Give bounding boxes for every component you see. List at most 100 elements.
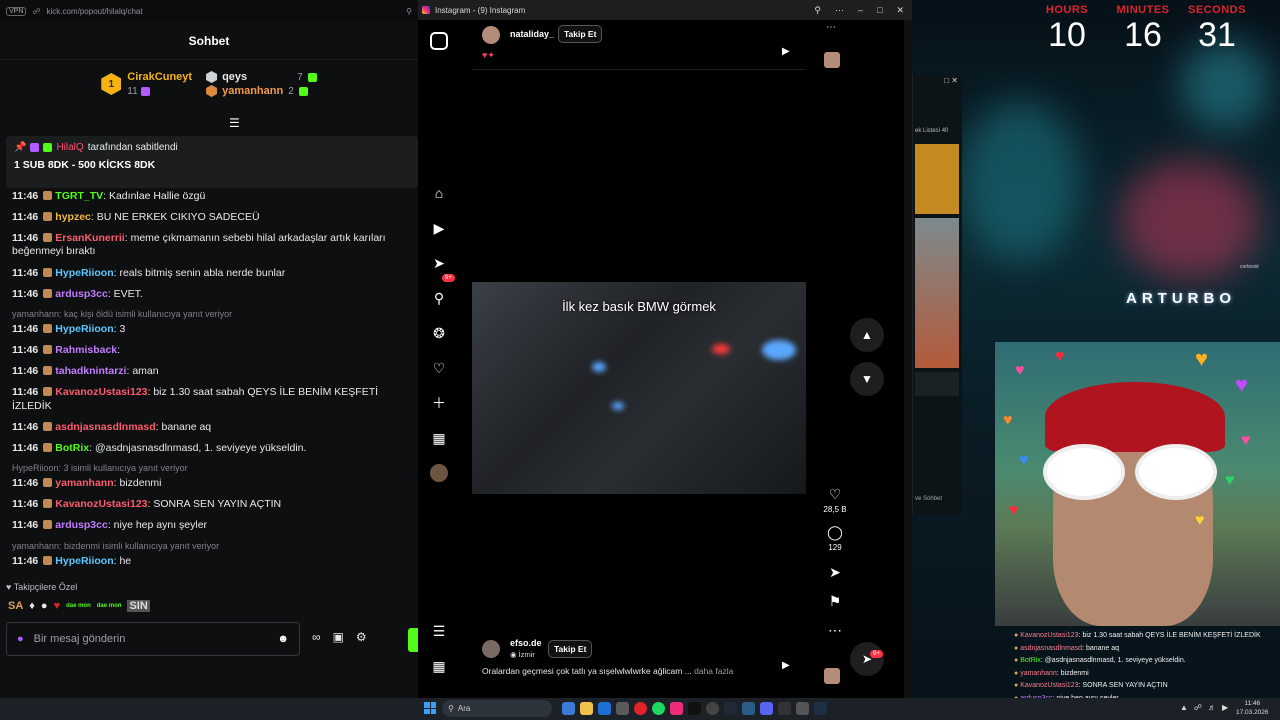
- show-more-link[interactable]: daha fazla: [694, 666, 733, 676]
- emote-item[interactable]: SIN: [127, 600, 150, 612]
- follow-button[interactable]: Takip Et: [548, 640, 593, 658]
- taskbar-app-icon[interactable]: [796, 702, 809, 715]
- taskbar-search[interactable]: ⚲ Ara: [442, 700, 552, 717]
- leaderboard-third[interactable]: yamanhann 2: [206, 85, 317, 97]
- message-username[interactable]: TGRT_TV: [55, 190, 103, 202]
- chat-message[interactable]: 11:46 ardusp3cc: niye hep aynı şeyler: [12, 519, 416, 532]
- tooth-emote-icon[interactable]: ♦: [29, 600, 35, 612]
- message-username[interactable]: yamanhann: [55, 477, 113, 489]
- message-username[interactable]: ErsanKunerrii: [55, 232, 124, 244]
- store-icon[interactable]: ▣: [333, 630, 344, 644]
- chat-url[interactable]: kick.com/popout/hilalq/chat: [47, 7, 143, 16]
- reels-icon[interactable]: ▶: [430, 219, 448, 237]
- emote-item[interactable]: dae mon: [97, 603, 122, 609]
- post-username[interactable]: nataliday_: [510, 29, 554, 39]
- follow-button[interactable]: Takip Et: [558, 25, 603, 43]
- message-username[interactable]: HypeRiioon: [55, 323, 113, 335]
- message-username[interactable]: HypeRiioon: [55, 267, 113, 279]
- scrollbar[interactable]: [904, 20, 912, 698]
- reel-video[interactable]: İlk kez basık BMW görmek: [472, 282, 806, 494]
- messages-fab-button[interactable]: ➤: [850, 642, 884, 676]
- chat-message[interactable]: yamanhann: kaç kişi öldü isimli kullanıc…: [12, 309, 416, 336]
- send-button[interactable]: [408, 628, 418, 652]
- chat-message[interactable]: 11:46 HypeRiioon: reals bitmiş senin abla…: [12, 267, 416, 280]
- chat-message[interactable]: HypeRiioon: 3 isimli kullanıcıya yanıt v…: [12, 463, 416, 490]
- dashboard-icon[interactable]: ▦: [430, 429, 448, 447]
- message-username[interactable]: asdnjasnasdlnmasd: [55, 421, 155, 433]
- zoom-icon[interactable]: ⚲: [406, 7, 412, 16]
- create-plus-icon[interactable]: ＋: [430, 394, 448, 412]
- taskbar-app-icon[interactable]: [742, 702, 755, 715]
- chat-message[interactable]: 11:46 asdnjasnasdlnmasd: banane aq: [12, 421, 416, 434]
- chat-message[interactable]: 11:46 Rahmisback:: [12, 344, 416, 357]
- more-options-icon[interactable]: ⋯: [820, 622, 850, 639]
- taskbar-app-icon[interactable]: [616, 702, 629, 715]
- instagram-taskbar-icon[interactable]: [670, 702, 683, 715]
- menu-icon[interactable]: ☰: [430, 622, 448, 640]
- close-icon[interactable]: ✕: [896, 5, 904, 16]
- search-icon[interactable]: ⚲: [430, 289, 448, 307]
- comment-icon[interactable]: ◯: [820, 524, 850, 541]
- reel-player[interactable]: İlk kez basık BMW görmek: [472, 90, 806, 686]
- system-tray-icons[interactable]: ▲☍♬▶: [1180, 703, 1234, 712]
- location-label[interactable]: ◉ İzmir: [510, 650, 535, 659]
- message-username[interactable]: tahadknintarzi: [55, 365, 126, 377]
- avatar[interactable]: [482, 26, 500, 44]
- avatar[interactable]: [482, 640, 500, 658]
- audio-thumbnail[interactable]: [824, 52, 840, 68]
- chat-message[interactable]: 11:46 hypzec: BU NE ERKEK CIKIYO SADECEÜ: [12, 211, 416, 224]
- previous-reel-button[interactable]: ▲: [850, 318, 884, 352]
- window-controls[interactable]: □ ✕: [944, 76, 958, 85]
- emote-item[interactable]: dae mon: [66, 603, 91, 609]
- save-icon[interactable]: ⚑: [820, 593, 850, 610]
- settings-gear-icon[interactable]: ⚙: [356, 630, 367, 644]
- message-username[interactable]: KavanozUstasi123: [55, 498, 147, 510]
- app-card[interactable]: [915, 144, 959, 214]
- taskbar-app-icon[interactable]: [598, 702, 611, 715]
- collapse-leaderboard-icon[interactable]: ☰: [229, 116, 240, 130]
- mute-icon[interactable]: ▶: [782, 46, 790, 57]
- chat-message[interactable]: 11:46 KavanozUstasi123: SONRA SEN YAYIN A…: [12, 498, 416, 511]
- leaderboard-first[interactable]: 1 CirakCuneyt 11: [101, 71, 192, 97]
- chat-message[interactable]: 11:46 ardusp3cc: EVET.: [12, 288, 416, 301]
- reply-context[interactable]: yamanhann: bizdenmi isimli kullanıcıya y…: [12, 541, 416, 552]
- obs-icon[interactable]: [706, 702, 719, 715]
- app-card[interactable]: [915, 372, 959, 396]
- more-apps-icon[interactable]: ▦: [430, 657, 448, 675]
- discord-icon[interactable]: [760, 702, 773, 715]
- message-username[interactable]: BotRix: [55, 442, 89, 454]
- chat-message[interactable]: yamanhann: bizdenmi isimli kullanıcıya y…: [12, 541, 416, 568]
- file-explorer-icon[interactable]: [580, 702, 593, 715]
- home-icon[interactable]: ⌂: [430, 184, 448, 202]
- taskbar-app-icon[interactable]: [724, 702, 737, 715]
- chat-message[interactable]: 11:46 ErsanKunerrii: meme çıkmamanın sebe…: [12, 232, 416, 258]
- penguin-emote-icon[interactable]: ●: [41, 600, 48, 612]
- reply-context[interactable]: HypeRiioon: 3 isimli kullanıcıya yanıt v…: [12, 463, 416, 474]
- emoji-icon[interactable]: ☻: [277, 633, 289, 645]
- opera-icon[interactable]: [634, 702, 647, 715]
- heart-emote-icon[interactable]: ♥: [54, 600, 61, 612]
- more-options-icon[interactable]: ⋯: [826, 22, 836, 33]
- profile-avatar[interactable]: [430, 464, 448, 482]
- zoom-icon[interactable]: ⚲: [814, 5, 821, 16]
- message-username[interactable]: ardusp3cc: [55, 519, 108, 531]
- leaderboard-second[interactable]: qeys 7: [206, 71, 317, 83]
- mute-icon[interactable]: ▶: [782, 660, 790, 671]
- reel-username[interactable]: efso.de: [510, 638, 542, 648]
- tiktok-icon[interactable]: [688, 702, 701, 715]
- next-reel-button[interactable]: ▼: [850, 362, 884, 396]
- start-button-icon[interactable]: [424, 702, 436, 714]
- minimize-icon[interactable]: –: [858, 5, 863, 16]
- more-options-icon[interactable]: ⋯: [835, 5, 844, 16]
- emote-item[interactable]: SA: [8, 600, 23, 612]
- explore-icon[interactable]: ❂: [430, 324, 448, 342]
- notifications-heart-icon[interactable]: ♡: [430, 359, 448, 377]
- app-card[interactable]: [915, 218, 959, 368]
- taskbar-clock[interactable]: 11:46 17.03.2026: [1236, 699, 1269, 717]
- message-username[interactable]: HypeRiioon: [55, 555, 113, 567]
- maximize-icon[interactable]: □: [877, 5, 882, 16]
- message-username[interactable]: KavanozUstasi123: [55, 386, 147, 398]
- like-icon[interactable]: ♡: [820, 486, 850, 503]
- spotify-icon[interactable]: [652, 702, 665, 715]
- chat-input[interactable]: ● Bir mesaj gönderin ☻: [6, 622, 300, 656]
